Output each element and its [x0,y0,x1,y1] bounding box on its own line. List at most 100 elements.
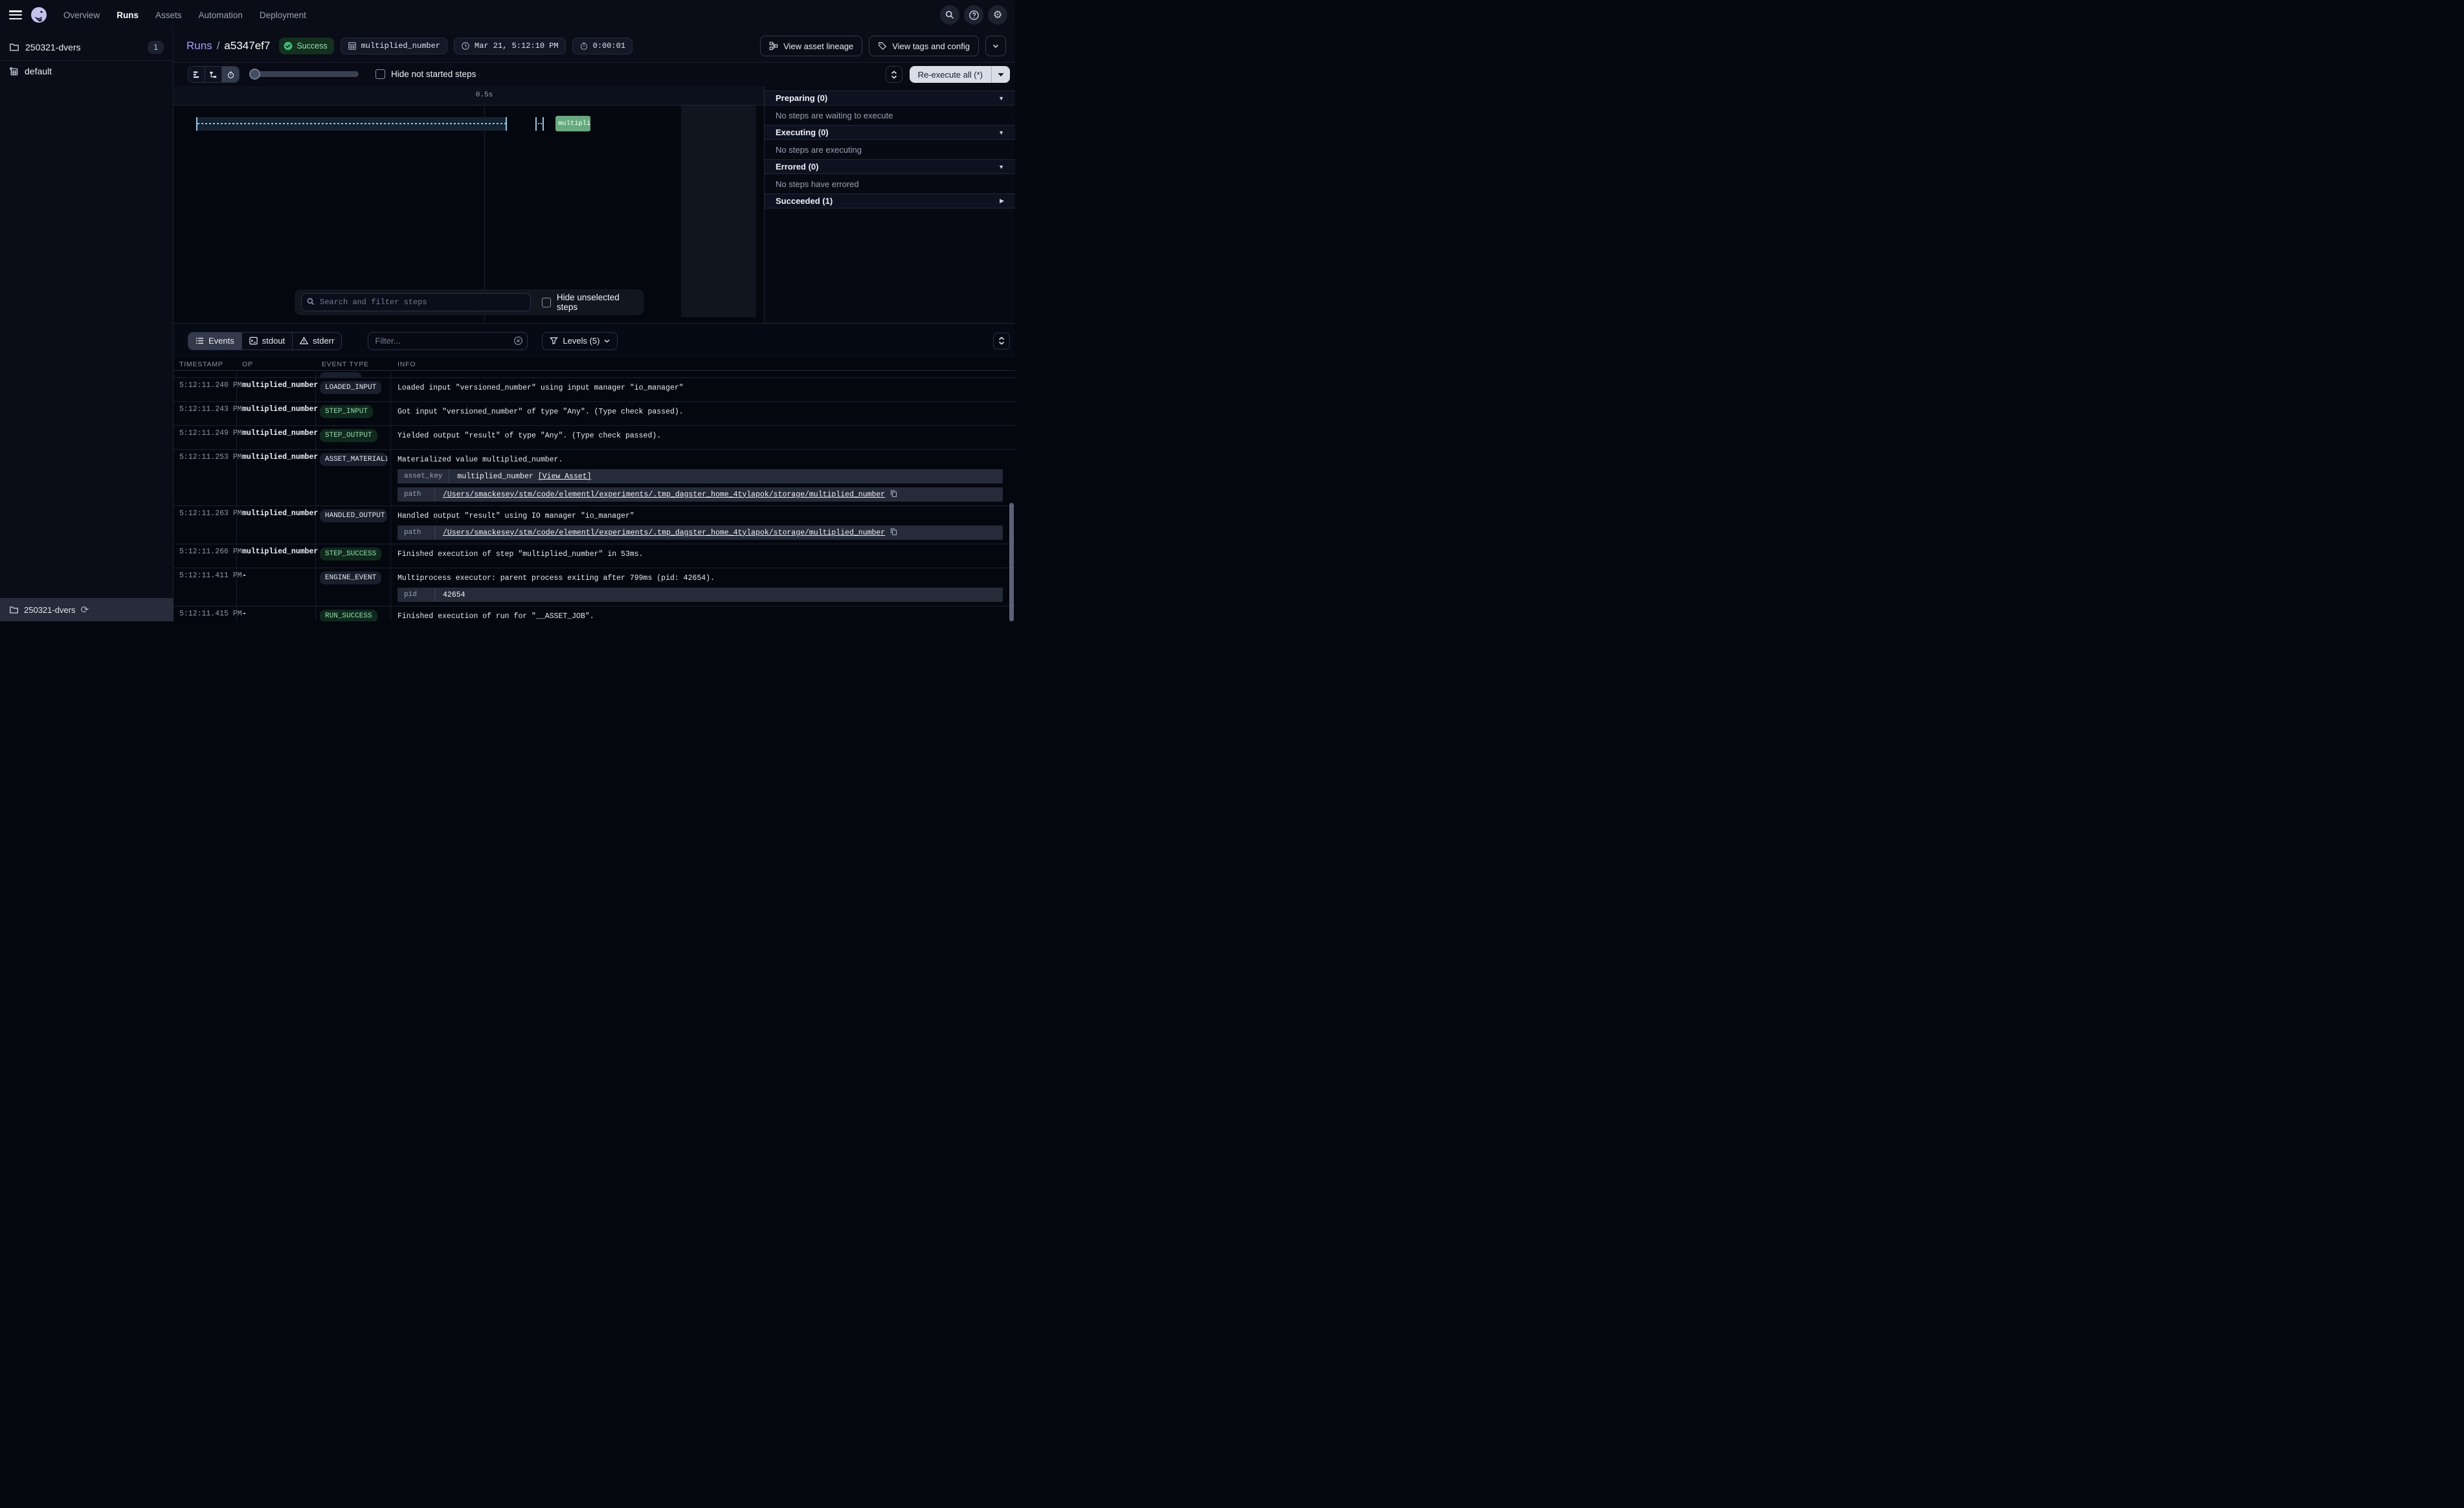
nav-link-automation[interactable]: Automation [199,10,243,20]
event-op: multiplied_number [236,509,315,540]
tag-asset: multiplied_number [341,38,447,54]
metadata-key: pid [398,588,435,602]
tab-stdout[interactable]: stdout [242,333,293,349]
event-info-cell: Yielded output "result" of type "Any". (… [390,429,1015,445]
status-badge: Success [279,38,333,54]
gantt-light-band [681,105,756,317]
event-info-cell: Finished execution of step "multiplied_n… [390,548,1015,564]
timeline-tick-label: 0.5s [476,91,493,99]
nav-link-overview[interactable]: Overview [63,10,100,20]
metadata-value-text: multiplied_number [457,472,533,481]
view-asset-link[interactable]: [View Asset] [538,472,592,481]
asset-grid-icon [348,41,357,50]
search-icon[interactable] [940,5,959,25]
event-info-cell: Materialized value multiplied_number.ass… [390,453,1015,502]
event-info-text: Got input "versioned_number" of type "An… [398,405,1015,417]
reexecute-dropdown-caret[interactable] [992,66,1010,83]
sidebar-item-repo[interactable]: 250321-dvers 1 [0,36,173,59]
view-timed-icon[interactable] [222,67,239,82]
funnel-icon [550,337,558,345]
events-scrollbar-thumb[interactable] [1009,503,1014,621]
breadcrumb-runs-link[interactable]: Runs [186,39,212,52]
event-op: multiplied_number [236,429,315,445]
gantt-search-panel: Hide unselected steps [295,289,644,315]
gantt-chart: 0.5s multipli… [174,86,764,324]
levels-filter-button[interactable]: Levels (5) [542,332,618,350]
event-info-text: Yielded output "result" of type "Any". (… [398,429,1015,441]
log-filter-input[interactable] [368,332,528,350]
gantt-expand-button[interactable] [886,66,902,83]
events-expand-button[interactable] [993,333,1010,349]
event-info-cell: Finished execution of run for "__ASSET_J… [390,610,1015,621]
warning-icon [300,337,308,345]
sidebar-item-job-default[interactable]: default [0,62,173,80]
panel-section-header-0[interactable]: Preparing (0)▼ [765,91,1015,105]
dagster-logo-icon[interactable] [30,6,48,24]
view-flat-icon[interactable] [188,67,205,82]
col-event-type: EVENT TYPE [315,358,390,370]
events-table-header: TIMESTAMP OP EVENT TYPE INFO [174,358,1015,371]
metadata-value-text: 42654 [443,591,465,599]
event-op: multiplied_number [236,548,315,564]
metadata-entry-path: path/Users/smackesey/stm/code/elementl/e… [398,526,1003,540]
events-table-body: 5:12:11.240 PMmultiplied_numberLOADED_IN… [174,371,1015,621]
path-link[interactable]: /Users/smackesey/stm/code/elementl/exper… [443,529,885,537]
nav-link-runs[interactable]: Runs [117,10,139,20]
refresh-icon[interactable]: ⟳ [81,605,89,615]
panel-section-header-1[interactable]: Executing (0)▼ [765,125,1015,140]
hide-not-started-checkbox[interactable]: Hide not started steps [375,69,476,79]
view-waterfall-icon[interactable] [205,67,222,82]
log-filter [368,332,528,350]
event-timestamp: 5:12:11.243 PM [174,405,236,421]
search-icon [306,297,315,309]
zoom-slider-knob[interactable] [249,69,260,80]
tab-events[interactable]: Events [188,333,242,349]
zoom-slider-track[interactable] [249,71,359,77]
event-type-cell: ENGINE_EVENT [315,571,390,602]
event-type-chip: STEP_OUTPUT [320,429,377,442]
nav-link-assets[interactable]: Assets [155,10,182,20]
settings-gear-icon[interactable]: ⚙ [988,5,1007,25]
event-op: - [236,610,315,621]
view-asset-lineage-button[interactable]: View asset lineage [760,36,862,56]
gantt-step-bar[interactable]: multipli… [555,116,590,131]
partial-scrolled-row [174,371,1015,377]
event-info-cell: Handled output "result" using IO manager… [390,509,1015,540]
header-more-chevron-button[interactable] [985,36,1006,56]
copy-icon[interactable] [890,489,898,500]
events-toolbar: Events stdout stderr Levels (5 [174,324,1015,358]
event-type-cell: STEP_SUCCESS [315,548,390,564]
filter-clear-icon[interactable] [513,336,523,349]
copy-icon[interactable] [890,527,898,538]
event-row: 5:12:11.243 PMmultiplied_numberSTEP_INPU… [174,401,1015,425]
event-info-text: Multiprocess executor: parent process ex… [398,571,1015,584]
event-row: 5:12:11.263 PMmultiplied_numberHANDLED_O… [174,505,1015,544]
gantt-toolbar-right: Re-execute all (*) [886,66,1010,83]
clipped-chip [320,372,361,377]
step-status-panel: Preparing (0)▼No steps are waiting to ex… [765,86,1015,323]
events-toolbar-right [993,333,1010,349]
path-link[interactable]: /Users/smackesey/stm/code/elementl/exper… [443,491,885,499]
event-type-chip: STEP_INPUT [320,405,373,418]
panel-section-header-3[interactable]: Succeeded (1)▶ [765,194,1015,208]
gantt-waiting-span[interactable] [196,117,507,131]
gantt-timeline: 0.5s [174,86,764,105]
chevron-down-icon [604,339,610,343]
breadcrumb: Runs / a5347ef7 [186,39,270,52]
col-info: INFO [390,358,1015,370]
view-tags-config-button[interactable]: View tags and config [869,36,979,56]
event-row: 5:12:11.249 PMmultiplied_numberSTEP_OUTP… [174,425,1015,449]
tab-stderr[interactable]: stderr [293,333,341,349]
panel-section-header-2[interactable]: Errored (0)▼ [765,159,1015,174]
event-info-cell: Got input "versioned_number" of type "An… [390,405,1015,421]
step-search-input[interactable] [301,293,531,311]
hide-unselected-checkbox[interactable]: Hide unselected steps [542,293,638,312]
nav-link-deployment[interactable]: Deployment [260,10,306,20]
event-op: multiplied_number [236,381,315,397]
event-timestamp: 5:12:11.240 PM [174,381,236,397]
help-icon[interactable] [964,5,983,25]
job-icon [9,67,19,76]
metadata-value: 42654 [435,588,473,602]
hamburger-menu-icon[interactable] [9,10,22,19]
reexecute-all-button[interactable]: Re-execute all (*) [910,66,1010,83]
